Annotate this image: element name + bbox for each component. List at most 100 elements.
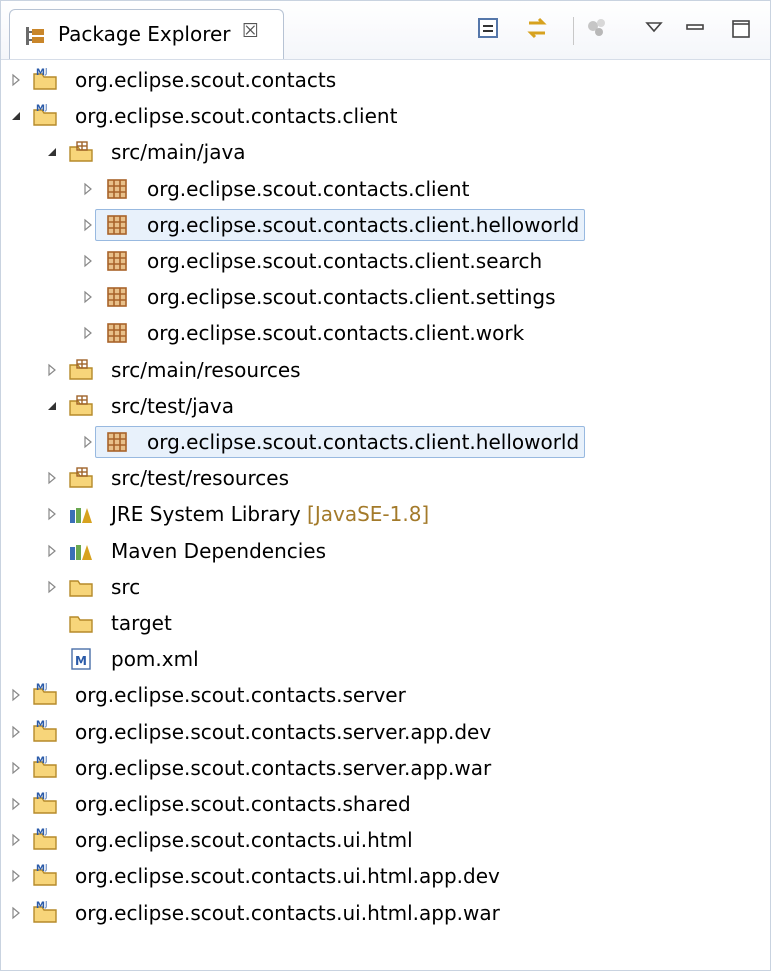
collapsed-arrow-icon[interactable]: [81, 434, 95, 449]
svg-text:J: J: [44, 791, 47, 800]
tree-item-text: org.eclipse.scout.contacts.client.hellow…: [147, 430, 580, 454]
tree-item[interactable]: M Jorg.eclipse.scout.contacts.ui.html: [1, 823, 770, 859]
tree-item[interactable]: src/test/resources: [1, 461, 770, 497]
collapsed-arrow-icon[interactable]: [81, 217, 95, 232]
collapsed-arrow-icon[interactable]: [81, 289, 95, 304]
tree-item-text: org.eclipse.scout.contacts.client.work: [147, 321, 525, 346]
tree-item-label: org.eclipse.scout.contacts: [75, 66, 336, 94]
collapsed-arrow-icon[interactable]: [9, 72, 23, 87]
tree-item-label: org.eclipse.scout.contacts.server.app.wa…: [75, 754, 491, 782]
tree-item[interactable]: JRE System Library [JavaSE-1.8]: [1, 497, 770, 533]
expanded-arrow-icon[interactable]: [45, 144, 59, 158]
tree-item-text: Maven Dependencies: [111, 538, 327, 563]
close-icon[interactable]: ☒: [242, 20, 259, 42]
tree-item[interactable]: Maven Dependencies: [1, 534, 770, 570]
focus-on-active-task-icon[interactable]: [583, 14, 611, 42]
maven-project-icon: MJ: [31, 102, 59, 130]
source-folder-icon: [67, 392, 95, 420]
collapsed-arrow-icon[interactable]: [9, 760, 23, 775]
svg-text:M: M: [36, 720, 45, 730]
maximize-icon[interactable]: [727, 14, 755, 42]
svg-text:J: J: [44, 103, 47, 112]
tree-item[interactable]: org.eclipse.scout.contacts.client.search: [1, 244, 770, 280]
tree-item-text: org.eclipse.scout.contacts.ui.html: [75, 828, 413, 853]
maven-project-icon: MJ: [31, 754, 59, 782]
tree-item[interactable]: src/test/java: [1, 389, 770, 425]
svg-text:J: J: [44, 755, 47, 764]
tree-item[interactable]: src/main/java: [1, 135, 770, 171]
collapsed-arrow-icon[interactable]: [45, 362, 59, 376]
tree-item-text: src: [111, 574, 141, 599]
tree-item-label: Maven Dependencies: [111, 537, 326, 565]
minimize-icon[interactable]: [681, 14, 709, 42]
tree-item-text: org.eclipse.scout.contacts.client.search: [147, 249, 543, 273]
tree-item-text: org.eclipse.scout.contacts.server: [75, 683, 406, 708]
tree-item[interactable]: M Jorg.eclipse.scout.contacts.server.app.…: [1, 715, 770, 751]
tree-item-label: org.eclipse.scout.contacts.ui.html.app.w…: [75, 899, 500, 927]
collapsed-arrow-icon[interactable]: [9, 832, 23, 847]
maven-project-icon: MJ: [31, 862, 59, 890]
expanded-arrow-icon[interactable]: [45, 398, 59, 412]
tree-item-text: src/main/resources: [111, 357, 301, 382]
package-icon: [103, 247, 131, 275]
collapse-all-icon[interactable]: [475, 14, 503, 42]
collapsed-arrow-icon[interactable]: [9, 868, 23, 883]
tree-item[interactable]: org.eclipse.scout.contacts.client.hellow…: [1, 425, 770, 461]
collapsed-arrow-icon[interactable]: [81, 325, 95, 340]
tree-item-label: src/test/resources: [111, 464, 289, 492]
tree-item-text: org.eclipse.scout.contacts.shared: [75, 792, 411, 816]
collapsed-arrow-icon[interactable]: [45, 470, 59, 485]
collapsed-arrow-icon[interactable]: [45, 579, 59, 594]
tree-item-text: pom.xml: [111, 647, 199, 672]
tree-item-label: org.eclipse.scout.contacts.ui.html: [75, 826, 413, 854]
tree-item[interactable]: M Jorg.eclipse.scout.contacts.server: [1, 678, 770, 714]
tree-item[interactable]: M Jorg.eclipse.scout.contacts.ui.html.app…: [1, 896, 770, 932]
tree-item-text: src/test/java: [111, 393, 234, 418]
svg-text:M: M: [75, 654, 87, 668]
tree-item[interactable]: org.eclipse.scout.contacts.client.hellow…: [1, 208, 770, 244]
tree-item[interactable]: org.eclipse.scout.contacts.client: [1, 172, 770, 208]
tree-item-label: src/test/java: [111, 392, 234, 420]
tree-item[interactable]: src/main/resources: [1, 353, 770, 389]
tree-item[interactable]: Mpom.xml: [1, 642, 770, 678]
svg-text:J: J: [44, 827, 47, 836]
collapsed-arrow-icon[interactable]: [9, 905, 23, 919]
tree-item[interactable]: src: [1, 570, 770, 606]
collapsed-arrow-icon[interactable]: [45, 506, 59, 521]
tree-item[interactable]: M Jorg.eclipse.scout.contacts.server.app.…: [1, 751, 770, 787]
tree-item[interactable]: M Jorg.eclipse.scout.contacts: [1, 63, 770, 99]
tree-item-text: org.eclipse.scout.contacts.server.app.wa…: [75, 755, 492, 780]
package-explorer-tab[interactable]: Package Explorer ☒: [9, 9, 284, 59]
package-icon: [103, 428, 131, 456]
tree-item-label: org.eclipse.scout.contacts.client.hellow…: [147, 428, 579, 456]
folder-icon: [67, 573, 95, 601]
tree-item-label: target: [111, 609, 172, 637]
tree-item[interactable]: org.eclipse.scout.contacts.client.work: [1, 316, 770, 352]
tree-item[interactable]: target: [1, 606, 770, 642]
library-icon: [67, 537, 95, 565]
toolbar-separator: [573, 17, 574, 45]
collapsed-arrow-icon[interactable]: [9, 796, 23, 811]
collapsed-arrow-icon[interactable]: [9, 724, 23, 738]
tree-item-label: src/main/java: [111, 138, 246, 166]
expanded-arrow-icon[interactable]: [9, 108, 23, 122]
view-menu-icon[interactable]: [641, 14, 669, 42]
tree-item-text: src/main/java: [111, 140, 246, 165]
tree-item-text: src/test/resources: [111, 466, 290, 491]
collapsed-arrow-icon[interactable]: [81, 253, 95, 268]
link-with-editor-icon[interactable]: [523, 14, 551, 42]
tree-item[interactable]: M Jorg.eclipse.scout.contacts.ui.html.app…: [1, 859, 770, 895]
collapsed-arrow-icon[interactable]: [9, 687, 23, 702]
svg-text:M: M: [36, 828, 45, 838]
tree-item[interactable]: org.eclipse.scout.contacts.client.settin…: [1, 280, 770, 316]
tree-item-label: src/main/resources: [111, 356, 301, 384]
svg-text:M: M: [36, 901, 45, 911]
tree-item-label: org.eclipse.scout.contacts.shared: [75, 790, 411, 818]
svg-text:M: M: [36, 756, 45, 766]
library-icon: [67, 500, 95, 528]
tree-item[interactable]: M Jorg.eclipse.scout.contacts.shared: [1, 787, 770, 823]
svg-text:J: J: [44, 67, 47, 76]
collapsed-arrow-icon[interactable]: [81, 181, 95, 195]
collapsed-arrow-icon[interactable]: [45, 543, 59, 557]
tree-item[interactable]: M Jorg.eclipse.scout.contacts.client: [1, 99, 770, 135]
